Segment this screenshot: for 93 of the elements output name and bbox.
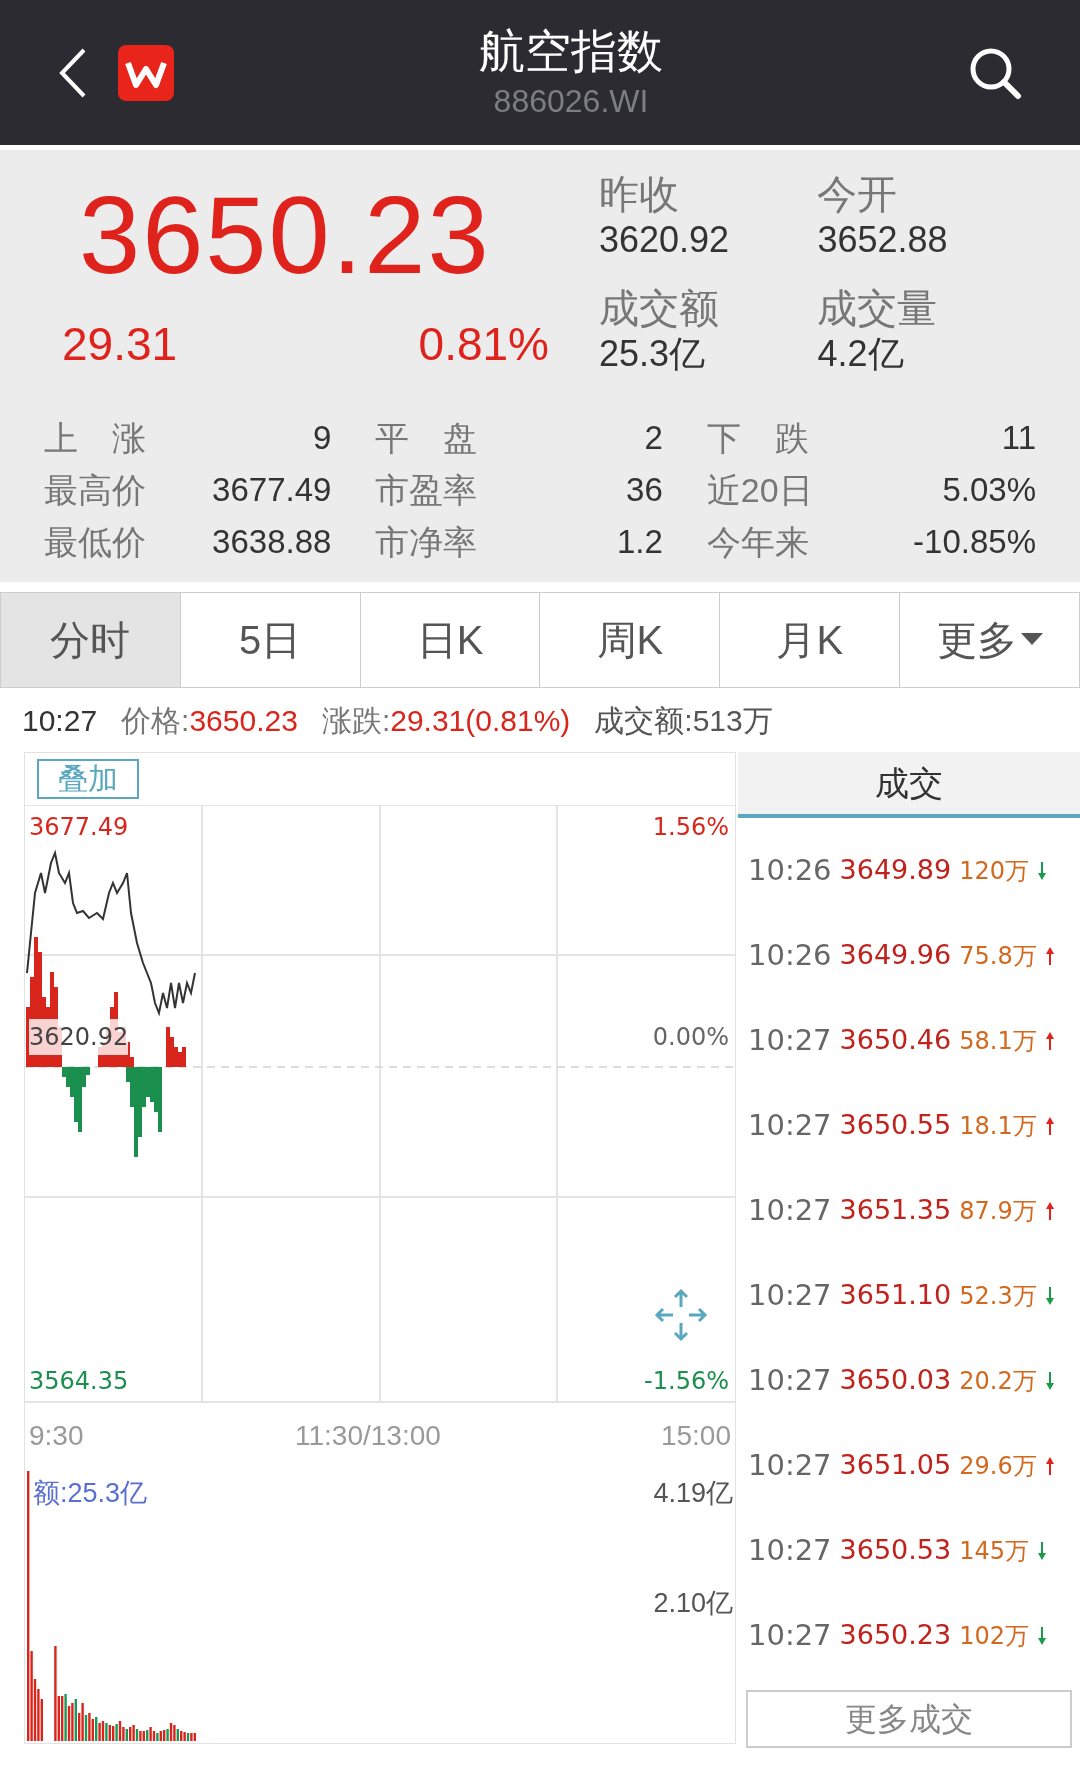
- info-price: 价格:3650.23: [121, 702, 298, 739]
- trade-price: 3651.35: [839, 1193, 952, 1228]
- trade-price: 3650.53: [839, 1533, 952, 1568]
- stat-label: 近20日: [706, 469, 813, 511]
- trade-time: 10:27: [748, 1276, 832, 1314]
- trade-time: 10:27: [748, 1361, 832, 1399]
- trade-price: 3650.55: [839, 1108, 952, 1143]
- trade-volume: 29.6万: [959, 1450, 1037, 1482]
- trade-price: 3651.10: [839, 1278, 952, 1313]
- volume-total: 额:25.3亿: [33, 1477, 148, 1510]
- down-arrow-icon: [1037, 1540, 1048, 1561]
- up-arrow-icon: [1044, 1455, 1055, 1476]
- stat-label: 市净率: [375, 521, 478, 563]
- stat-label: 最高价: [44, 469, 146, 511]
- trade-volume: 75.8万: [959, 940, 1037, 972]
- stat-value: 3638.88: [212, 521, 332, 562]
- change-percent: 0.81%: [418, 317, 549, 372]
- percent-axis-label: -1.56%: [644, 1366, 729, 1397]
- info-time: 10:27: [22, 702, 98, 739]
- percent-axis-label: 1.56%: [652, 812, 729, 843]
- trade-volume: 87.9万: [959, 1195, 1037, 1227]
- price-axis-label: 3677.49: [29, 812, 129, 843]
- trade-price: 3650.23: [839, 1618, 952, 1653]
- index-code: 886026.WI: [493, 81, 649, 121]
- trade-price: 3650.03: [839, 1363, 952, 1398]
- time-axis-label: 11:30/13:00: [295, 1419, 441, 1453]
- trade-time: 10:26: [748, 936, 832, 974]
- up-arrow-icon: [1044, 1115, 1055, 1136]
- chart-tab[interactable]: 分时: [1, 593, 181, 687]
- trade-time: 10:27: [748, 1106, 832, 1144]
- trade-volume: 20.2万: [959, 1365, 1037, 1397]
- stat-value: 11: [1001, 417, 1036, 458]
- trade-volume: 145万: [959, 1535, 1030, 1567]
- stat-label: 今年来: [706, 521, 809, 563]
- price-axis-label: 3620.92: [29, 1019, 129, 1055]
- time-axis-label: 9:30: [29, 1419, 84, 1453]
- trade-price: 3651.05: [839, 1448, 952, 1483]
- stat-value: 1.2: [616, 521, 663, 562]
- trades-title: 成交: [875, 762, 943, 804]
- trade-price: 3650.46: [839, 1023, 952, 1058]
- trade-time: 10:27: [748, 1616, 832, 1654]
- field-label: 成交额: [599, 285, 720, 332]
- down-arrow-icon: [1044, 1285, 1055, 1306]
- price-change: 29.31: [62, 317, 178, 372]
- field-label: 昨收: [599, 171, 680, 218]
- trade-price: 3649.96: [839, 938, 952, 973]
- trade-volume: 52.3万: [959, 1280, 1037, 1312]
- volume-axis-label: 2.10亿: [653, 1587, 733, 1620]
- stat-value: 9: [313, 417, 332, 458]
- field-label: 今开: [817, 171, 899, 218]
- trade-volume: 18.1万: [959, 1110, 1037, 1142]
- field-value: 25.3亿: [599, 332, 707, 376]
- trade-price: 3649.89: [839, 853, 952, 888]
- stat-value: 2: [644, 417, 663, 458]
- trade-time: 10:27: [748, 1191, 832, 1229]
- stat-label: 市盈率: [375, 469, 478, 511]
- stat-value: 36: [626, 469, 663, 510]
- stat-label: 平 盘: [375, 417, 478, 459]
- time-axis-label: 15:00: [660, 1419, 731, 1453]
- stat-label: 最低价: [44, 521, 146, 563]
- field-value: 4.2亿: [817, 332, 905, 376]
- trade-volume: 102万: [959, 1620, 1030, 1652]
- down-arrow-icon: [1044, 1370, 1055, 1391]
- price-axis-label: 3564.35: [29, 1366, 129, 1397]
- up-arrow-icon: [1044, 1030, 1055, 1051]
- stat-value: -10.85%: [913, 521, 1036, 562]
- volume-axis-label: 4.19亿: [653, 1477, 733, 1510]
- percent-axis-label: 0.00%: [652, 1022, 729, 1053]
- trade-volume: 58.1万: [959, 1025, 1037, 1057]
- stat-value: 5.03%: [942, 469, 1036, 510]
- stat-label: 上 涨: [44, 417, 146, 459]
- field-label: 成交量: [817, 285, 939, 332]
- current-price: 3650.23: [79, 172, 492, 298]
- stat-label: 下 跌: [706, 417, 809, 459]
- stat-value: 3677.49: [212, 469, 332, 510]
- trade-volume: 120万: [959, 855, 1030, 887]
- expand-icon[interactable]: [653, 1287, 709, 1343]
- up-arrow-icon: [1044, 1200, 1055, 1221]
- field-value: 3652.88: [817, 218, 949, 262]
- up-arrow-icon: [1044, 945, 1055, 966]
- more-trades-button[interactable]: 更多成交: [746, 1690, 1072, 1748]
- back-icon[interactable]: [58, 46, 88, 99]
- app-logo-icon: [118, 44, 174, 101]
- down-arrow-icon: [1037, 1625, 1048, 1646]
- trade-time: 10:27: [748, 1531, 832, 1569]
- field-value: 3620.92: [599, 218, 731, 262]
- trade-time: 10:26: [748, 851, 832, 889]
- trade-time: 10:27: [748, 1446, 832, 1484]
- page-title: 航空指数: [479, 23, 663, 79]
- info-change: 涨跌:29.31(0.81%): [321, 702, 571, 739]
- info-amount: 成交额:513万: [594, 702, 773, 739]
- trade-time: 10:27: [748, 1021, 832, 1059]
- down-arrow-icon: [1037, 860, 1048, 881]
